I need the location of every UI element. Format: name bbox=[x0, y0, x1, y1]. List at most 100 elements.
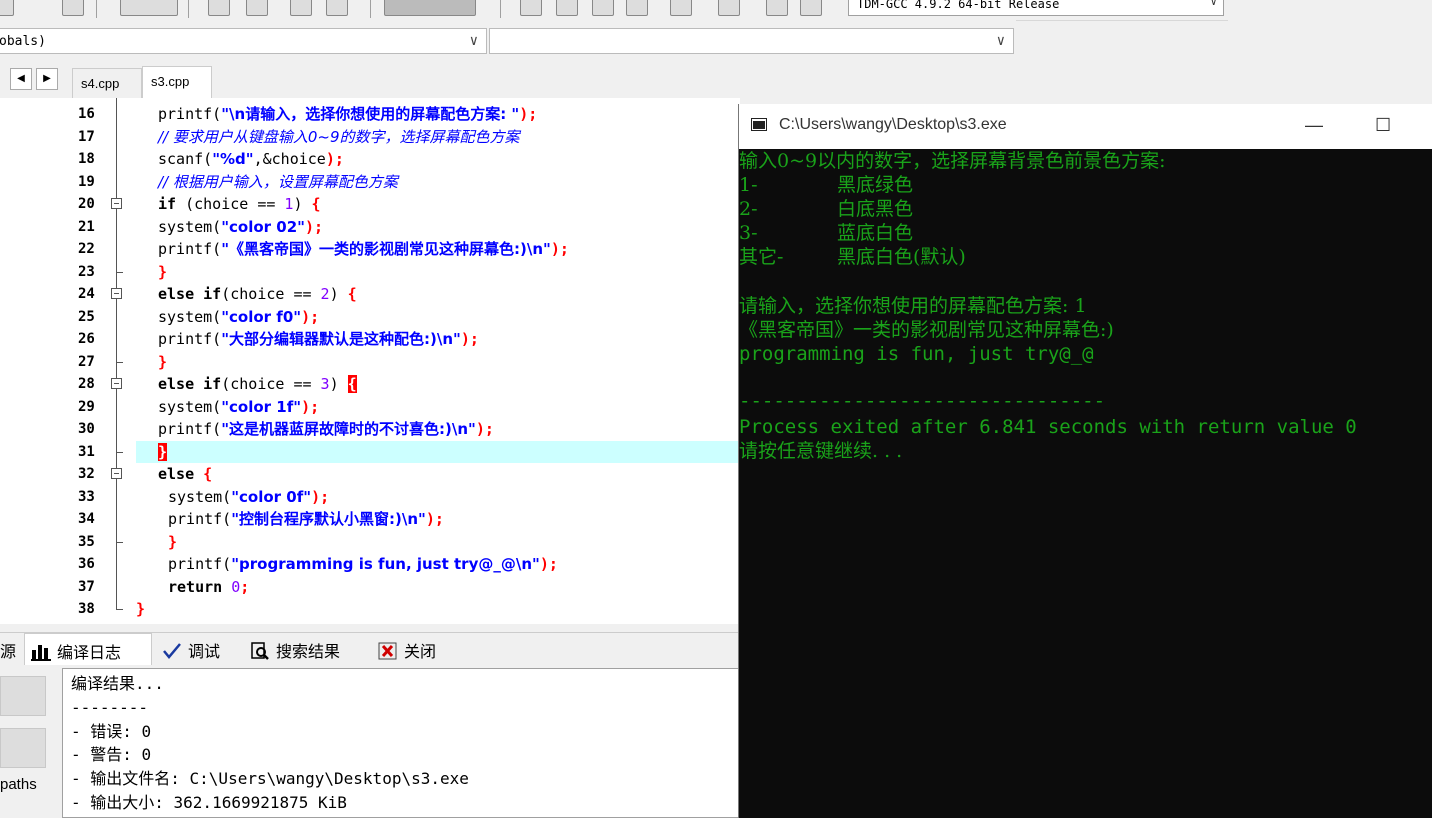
members-combo[interactable]: ∨ bbox=[489, 28, 1014, 54]
code-line: printf("《黑客帝国》一类的影视剧常见这种屏幕色:)\n"); bbox=[158, 238, 569, 260]
profile-icon[interactable] bbox=[800, 0, 822, 16]
code-punct: ); bbox=[539, 555, 558, 573]
code-punct: ); bbox=[301, 307, 320, 326]
check-icon[interactable] bbox=[670, 0, 692, 16]
find-icon[interactable] bbox=[208, 0, 230, 16]
layout-icon[interactable] bbox=[592, 0, 614, 16]
tab-search-results[interactable]: 搜索结果 bbox=[244, 633, 346, 665]
code-string: "color 02" bbox=[221, 217, 305, 236]
line-number: 17 bbox=[78, 128, 95, 145]
tab-scroll-left-icon[interactable]: ◀ bbox=[10, 68, 32, 90]
console-window[interactable]: C:\Users\wangy\Desktop\s3.exe — ☐ 输入0~9以… bbox=[738, 104, 1432, 818]
tab-close-label: 关闭 bbox=[404, 644, 437, 661]
fold-end-marker bbox=[116, 541, 123, 543]
fold-toggle-icon[interactable] bbox=[111, 468, 122, 479]
code-comment: // 根据用户输入，设置屏幕配色方案 bbox=[158, 172, 398, 191]
code-keyword: else if bbox=[158, 285, 222, 303]
tab-compile-log-label: 编译日志 bbox=[57, 645, 122, 662]
code-function: printf( bbox=[158, 420, 222, 438]
code-line: else if(choice == 2) { bbox=[158, 283, 357, 305]
code-function: system( bbox=[158, 217, 222, 236]
code-line: else if(choice == 3) { bbox=[158, 373, 357, 395]
minimize-button[interactable]: — bbox=[1305, 115, 1323, 136]
chart-icon[interactable] bbox=[766, 0, 788, 16]
layout-icon[interactable] bbox=[556, 0, 578, 16]
code-brace: } bbox=[136, 600, 146, 618]
globals-combo[interactable]: obals) ∨ bbox=[0, 28, 487, 54]
code-punct: ); bbox=[305, 217, 324, 236]
code-string: "控制台程序默认小黑窗:)\n" bbox=[231, 510, 426, 528]
compiler-select[interactable]: TDM-GCC 4.9.2 64-bit Release ∨ bbox=[848, 0, 1224, 16]
fold-toggle-icon[interactable] bbox=[111, 378, 122, 389]
compile-log-output[interactable]: 编译结果... -------- - 错误: 0 - 警告: 0 - 输出文件名… bbox=[62, 668, 740, 818]
undo-redo-icon[interactable] bbox=[120, 0, 178, 16]
option-desc: 蓝底白色 bbox=[837, 222, 914, 244]
line-number: 28 bbox=[78, 376, 95, 392]
tab-label: s3.cpp bbox=[151, 74, 190, 89]
log-side-buttons bbox=[0, 666, 60, 818]
code-brace: } bbox=[168, 532, 178, 551]
tab-scroll-right-icon[interactable]: ▶ bbox=[36, 68, 58, 90]
tab-debug[interactable]: 调试 bbox=[156, 633, 226, 665]
code-line: printf("\n请输入，选择你想使用的屏幕配色方案: "); bbox=[158, 103, 537, 125]
code-line: } bbox=[136, 598, 145, 620]
tab-resources[interactable]: 源 bbox=[0, 633, 22, 665]
line-number: 30 bbox=[78, 421, 95, 437]
globals-combo-value: obals) bbox=[0, 34, 46, 49]
line-number: 35 bbox=[78, 533, 95, 550]
save-all-icon[interactable] bbox=[62, 0, 84, 16]
tab-s4-cpp[interactable]: s4.cpp bbox=[72, 68, 142, 100]
line-number: 26 bbox=[78, 331, 95, 347]
log-line: -------- bbox=[71, 697, 149, 717]
tab-close[interactable]: 关闭 bbox=[372, 633, 442, 665]
scope-bar: obals) ∨ ∨ bbox=[0, 20, 1016, 62]
code-function: printf( bbox=[158, 330, 222, 348]
console-option: 3- 蓝底白色 bbox=[739, 221, 913, 245]
code-brace: } bbox=[158, 262, 168, 281]
code-keyword: if bbox=[158, 195, 177, 213]
code-line: } bbox=[158, 261, 167, 283]
code-line: printf("大部分编辑器默认是这种配色:)\n"); bbox=[158, 328, 479, 350]
line-number: 31 bbox=[78, 443, 95, 460]
code-function: printf( bbox=[168, 555, 232, 573]
editor-tab-row: ◀ ▶ s4.cpp s3.cpp bbox=[0, 62, 1432, 100]
maximize-button[interactable]: ☐ bbox=[1375, 115, 1391, 136]
grid-icon[interactable] bbox=[626, 0, 648, 16]
line-number: 19 bbox=[78, 173, 95, 190]
line-number: 23 bbox=[78, 263, 95, 280]
code-function: system( bbox=[158, 307, 222, 326]
code-punct: ); bbox=[325, 150, 344, 168]
fold-toggle-icon[interactable] bbox=[111, 198, 122, 209]
fold-toggle-icon[interactable] bbox=[111, 288, 122, 299]
code-text: ) bbox=[329, 375, 348, 393]
close-all-icon[interactable] bbox=[718, 0, 740, 16]
option-desc: 白底黑色 bbox=[837, 198, 914, 220]
code-punct: ); bbox=[519, 105, 538, 123]
console-option: 1- 黑底绿色 bbox=[739, 173, 913, 197]
unindent-icon[interactable] bbox=[326, 0, 348, 16]
code-line: // 根据用户输入，设置屏幕配色方案 bbox=[158, 171, 398, 193]
code-editor[interactable]: 16 17 18 19 20 21 22 23 24 25 26 27 28 29 30 31 32 33 34 35… bbox=[68, 98, 740, 624]
compile-run-icon[interactable] bbox=[384, 0, 476, 16]
code-operator: == bbox=[293, 375, 312, 393]
chevron-down-icon: ∨ bbox=[996, 33, 1005, 49]
code-brace: { bbox=[311, 195, 321, 213]
tab-compile-log[interactable]: 编译日志 bbox=[24, 633, 152, 665]
line-number: 18 bbox=[78, 151, 95, 167]
code-punct: ); bbox=[475, 420, 494, 438]
indent-icon[interactable] bbox=[290, 0, 312, 16]
replace-icon[interactable] bbox=[246, 0, 268, 16]
tab-s3-cpp[interactable]: s3.cpp bbox=[142, 66, 212, 98]
code-number: 1 bbox=[275, 195, 294, 213]
code-number: 2 bbox=[311, 285, 330, 303]
new-class-icon[interactable] bbox=[520, 0, 542, 16]
code-line: printf("控制台程序默认小黑窗:)\n"); bbox=[168, 508, 444, 530]
abort-compile-button[interactable] bbox=[0, 676, 46, 716]
open-project-icon[interactable] bbox=[0, 0, 14, 16]
code-number: 3 bbox=[311, 375, 330, 393]
code-keyword: else bbox=[158, 465, 195, 483]
code-operator: == bbox=[293, 285, 312, 303]
log-options-button[interactable] bbox=[0, 728, 46, 768]
chevron-down-icon: ∨ bbox=[1210, 0, 1217, 8]
console-titlebar[interactable]: C:\Users\wangy\Desktop\s3.exe — ☐ bbox=[739, 104, 1432, 149]
